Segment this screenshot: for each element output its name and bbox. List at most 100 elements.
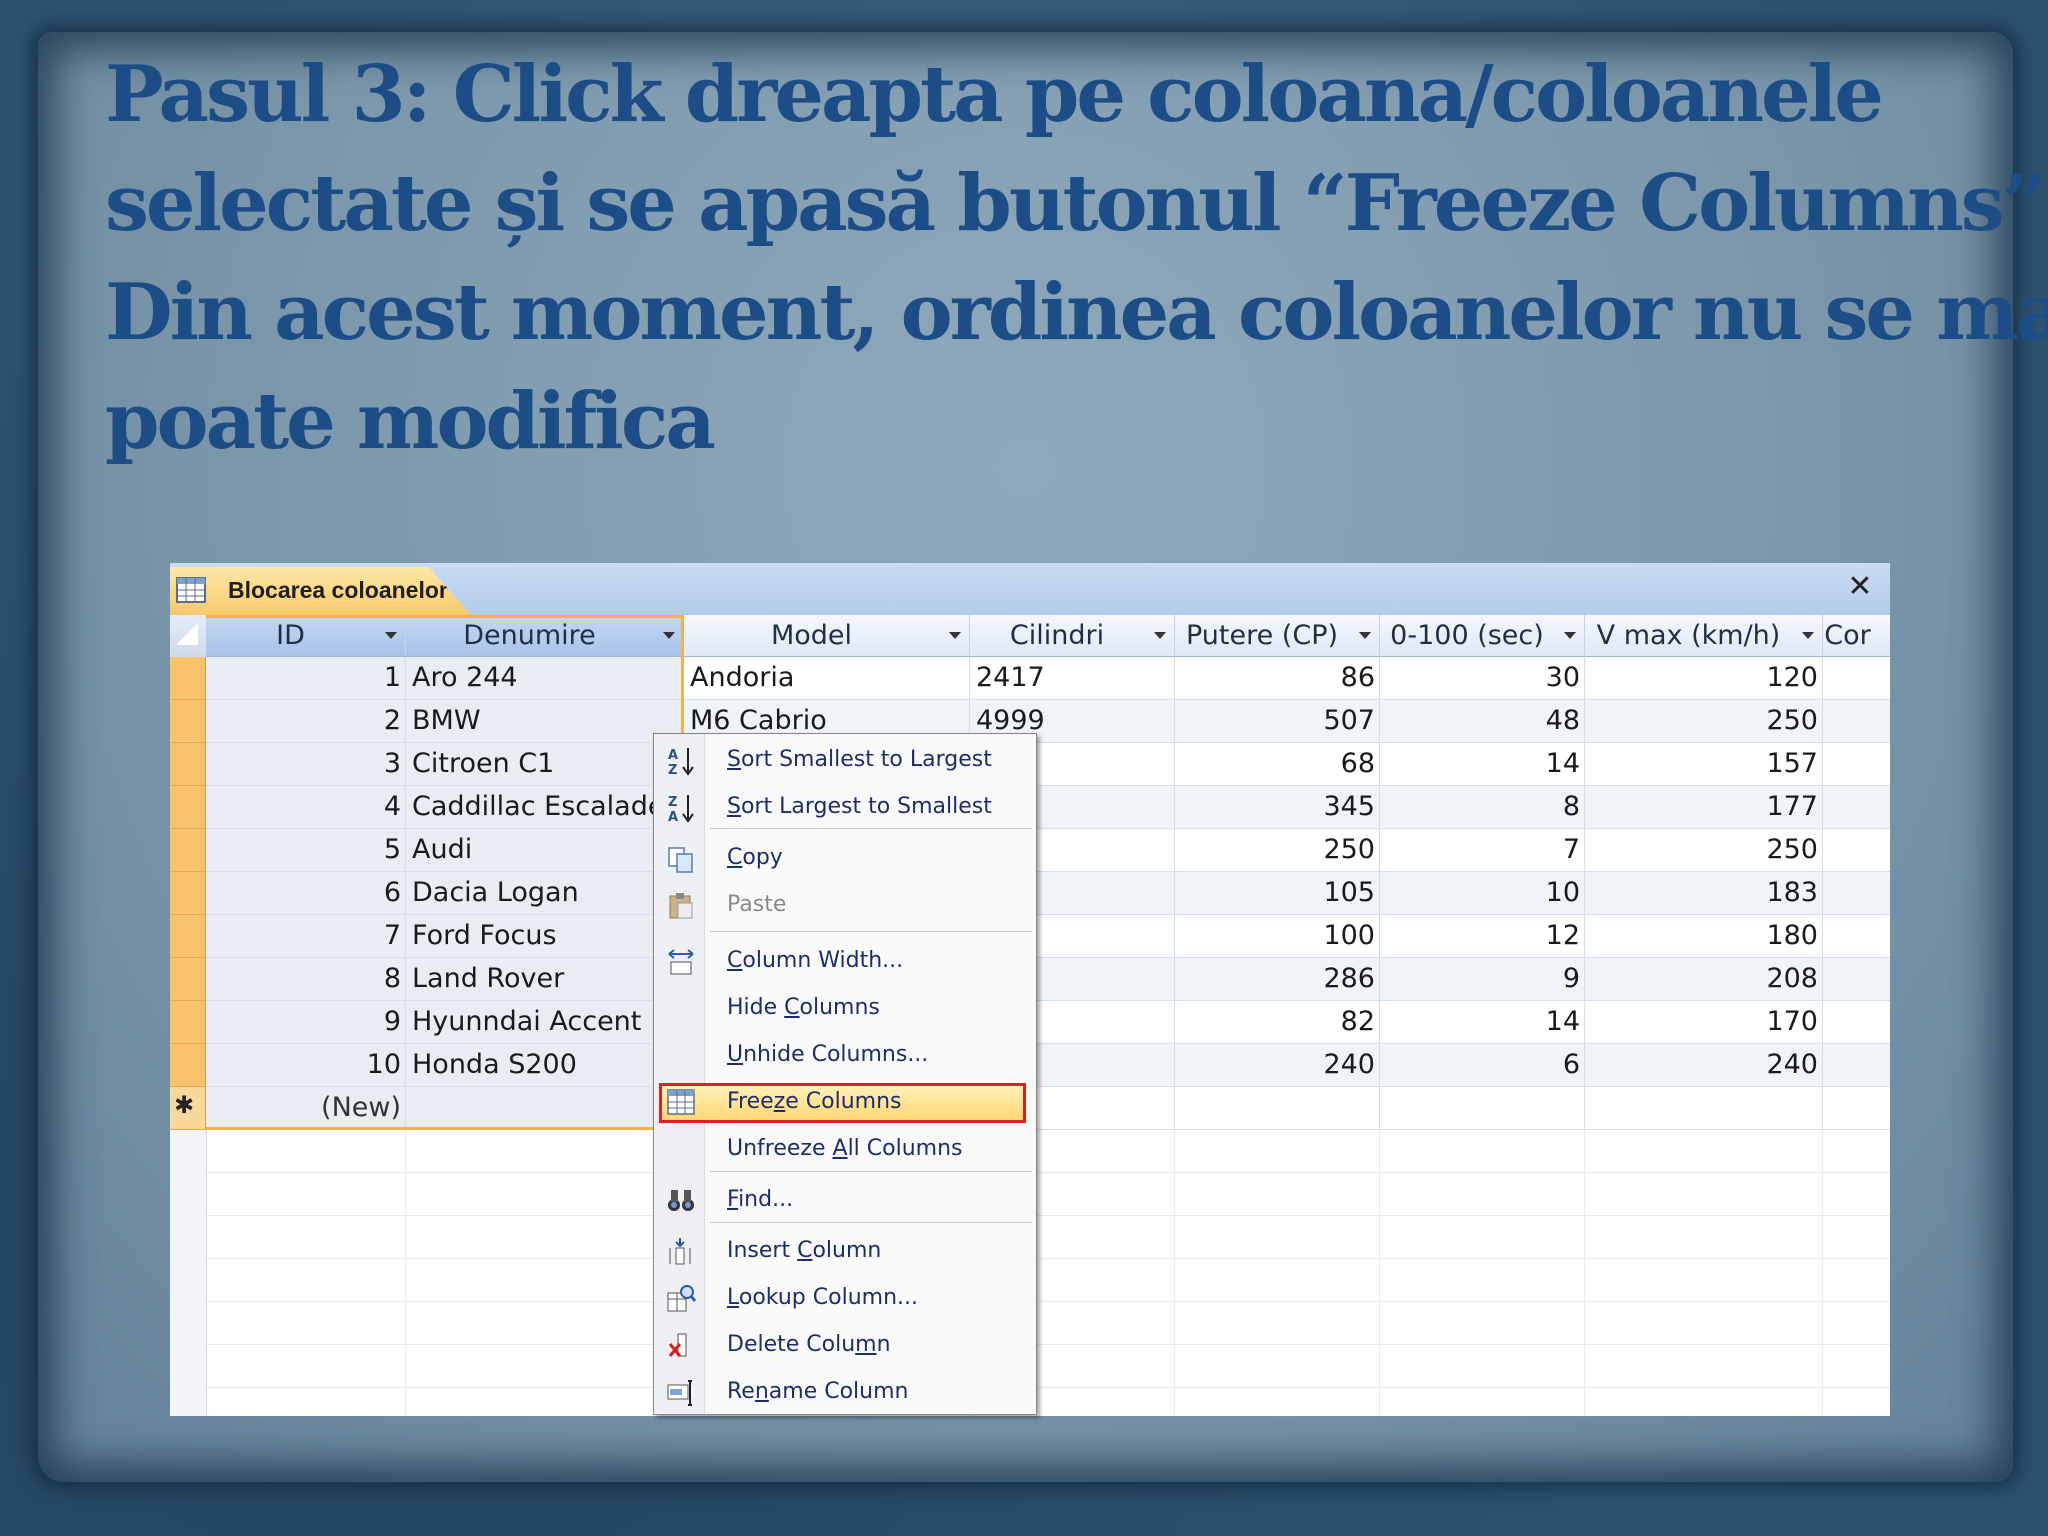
menu-item-freeze-columns[interactable]: Freeze Columns bbox=[654, 1081, 1034, 1125]
new-record-selector[interactable]: ✱ bbox=[170, 1087, 206, 1130]
cell-vmax[interactable]: 120 bbox=[1585, 657, 1823, 700]
cell-vmax[interactable]: 183 bbox=[1585, 872, 1823, 915]
cell-cor[interactable] bbox=[1823, 829, 1890, 872]
menu-item-delete-column[interactable]: Delete Column bbox=[654, 1324, 1034, 1368]
cell-putere[interactable]: 507 bbox=[1175, 700, 1380, 743]
menu-item-column-width[interactable]: Column Width... bbox=[654, 940, 1034, 984]
cell-acc[interactable]: 6 bbox=[1380, 1044, 1585, 1087]
cell-putere[interactable]: 286 bbox=[1175, 958, 1380, 1001]
dropdown-arrow-icon[interactable] bbox=[385, 632, 397, 639]
cell-vmax[interactable]: 250 bbox=[1585, 829, 1823, 872]
dropdown-arrow-icon[interactable] bbox=[1359, 632, 1371, 639]
cell-id[interactable]: 3 bbox=[206, 743, 406, 786]
cell-cor[interactable] bbox=[1823, 657, 1890, 700]
cell-acc[interactable]: 9 bbox=[1380, 958, 1585, 1001]
menu-item-find[interactable]: Find... bbox=[654, 1179, 1034, 1223]
dropdown-arrow-icon[interactable] bbox=[1802, 632, 1814, 639]
dropdown-arrow-icon[interactable] bbox=[1154, 632, 1166, 639]
cell-vmax[interactable]: 250 bbox=[1585, 700, 1823, 743]
cell-cor[interactable] bbox=[1823, 1001, 1890, 1044]
cell-acc[interactable]: 14 bbox=[1380, 743, 1585, 786]
menu-item-sort-smallest-to-largest[interactable]: A Z Sort Smallest to Largest bbox=[654, 739, 1034, 783]
cell-putere[interactable]: 100 bbox=[1175, 915, 1380, 958]
row-selector[interactable] bbox=[170, 1044, 206, 1087]
cell-id[interactable]: 10 bbox=[206, 1044, 406, 1087]
menu-item-insert-column[interactable]: Insert Column bbox=[654, 1230, 1034, 1274]
select-all-corner[interactable] bbox=[170, 615, 207, 658]
new-record-cell-denumire[interactable] bbox=[406, 1087, 684, 1130]
cell-acc[interactable]: 10 bbox=[1380, 872, 1585, 915]
row-selector[interactable] bbox=[170, 700, 206, 743]
menu-item-paste[interactable]: Paste bbox=[654, 884, 1034, 928]
dropdown-arrow-icon[interactable] bbox=[663, 632, 675, 639]
cell-vmax[interactable]: 157 bbox=[1585, 743, 1823, 786]
column-header-acc[interactable]: 0-100 (sec) bbox=[1380, 615, 1585, 657]
row-selector[interactable] bbox=[170, 786, 206, 829]
cell-cor[interactable] bbox=[1823, 786, 1890, 829]
row-selector[interactable] bbox=[170, 872, 206, 915]
menu-item-copy[interactable]: Copy bbox=[654, 837, 1034, 881]
cell-cor[interactable] bbox=[1823, 958, 1890, 1001]
cell-denumire[interactable]: Ford Focus bbox=[406, 915, 684, 958]
cell-cor[interactable] bbox=[1823, 915, 1890, 958]
cell-vmax[interactable]: 208 bbox=[1585, 958, 1823, 1001]
row-selector[interactable] bbox=[170, 829, 206, 872]
cell-putere[interactable]: 345 bbox=[1175, 786, 1380, 829]
new-record-cell-cor[interactable] bbox=[1823, 1087, 1890, 1130]
cell-id[interactable]: 6 bbox=[206, 872, 406, 915]
cell-vmax[interactable]: 180 bbox=[1585, 915, 1823, 958]
cell-acc[interactable]: 12 bbox=[1380, 915, 1585, 958]
new-record-cell-acc[interactable] bbox=[1380, 1087, 1585, 1130]
cell-putere[interactable]: 240 bbox=[1175, 1044, 1380, 1087]
row-selector[interactable] bbox=[170, 743, 206, 786]
cell-vmax[interactable]: 170 bbox=[1585, 1001, 1823, 1044]
cell-cor[interactable] bbox=[1823, 872, 1890, 915]
cell-denumire[interactable]: Aro 244 bbox=[406, 657, 684, 700]
cell-denumire[interactable]: Caddillac Escalade bbox=[406, 786, 684, 829]
column-header-id[interactable]: ID bbox=[206, 615, 406, 657]
row-selector[interactable] bbox=[170, 958, 206, 1001]
cell-id[interactable]: 5 bbox=[206, 829, 406, 872]
row-selector[interactable] bbox=[170, 915, 206, 958]
cell-denumire[interactable]: BMW bbox=[406, 700, 684, 743]
dropdown-arrow-icon[interactable] bbox=[949, 632, 961, 639]
cell-cor[interactable] bbox=[1823, 700, 1890, 743]
menu-item-unhide-columns[interactable]: Unhide Columns... bbox=[654, 1034, 1034, 1078]
column-header-putere[interactable]: Putere (CP) bbox=[1175, 615, 1380, 657]
cell-denumire[interactable]: Audi bbox=[406, 829, 684, 872]
cell-denumire[interactable]: Hyunndai Accent bbox=[406, 1001, 684, 1044]
menu-item-hide-columns[interactable]: Hide Columns bbox=[654, 987, 1034, 1031]
cell-denumire[interactable]: Dacia Logan bbox=[406, 872, 684, 915]
cell-putere[interactable]: 250 bbox=[1175, 829, 1380, 872]
cell-cor[interactable] bbox=[1823, 1044, 1890, 1087]
menu-item-sort-largest-to-smallest[interactable]: Z A Sort Largest to Smallest bbox=[654, 786, 1034, 830]
cell-putere[interactable]: 86 bbox=[1175, 657, 1380, 700]
dropdown-arrow-icon[interactable] bbox=[1564, 632, 1576, 639]
row-selector[interactable] bbox=[170, 1001, 206, 1044]
row-selector[interactable] bbox=[170, 657, 206, 700]
cell-id[interactable]: 4 bbox=[206, 786, 406, 829]
cell-acc[interactable]: 14 bbox=[1380, 1001, 1585, 1044]
close-icon[interactable]: ✕ bbox=[1842, 569, 1878, 605]
cell-putere[interactable]: 105 bbox=[1175, 872, 1380, 915]
column-header-cor[interactable]: Cor bbox=[1823, 615, 1890, 657]
cell-model[interactable]: Andoria bbox=[684, 657, 970, 700]
new-record-cell-id[interactable]: (New) bbox=[206, 1087, 406, 1130]
cell-cilindri[interactable]: 2417 bbox=[970, 657, 1175, 700]
column-header-denumire[interactable]: Denumire bbox=[406, 615, 684, 657]
column-header-cilindri[interactable]: Cilindri bbox=[970, 615, 1175, 657]
column-header-model[interactable]: Model bbox=[684, 615, 970, 657]
cell-id[interactable]: 8 bbox=[206, 958, 406, 1001]
cell-id[interactable]: 9 bbox=[206, 1001, 406, 1044]
cell-acc[interactable]: 48 bbox=[1380, 700, 1585, 743]
cell-putere[interactable]: 68 bbox=[1175, 743, 1380, 786]
cell-vmax[interactable]: 240 bbox=[1585, 1044, 1823, 1087]
cell-cor[interactable] bbox=[1823, 743, 1890, 786]
cell-vmax[interactable]: 177 bbox=[1585, 786, 1823, 829]
cell-acc[interactable]: 7 bbox=[1380, 829, 1585, 872]
menu-item-lookup-column[interactable]: Lookup Column... bbox=[654, 1277, 1034, 1321]
cell-id[interactable]: 2 bbox=[206, 700, 406, 743]
menu-item-rename-column[interactable]: Rename Column bbox=[654, 1371, 1034, 1415]
new-record-cell-vmax[interactable] bbox=[1585, 1087, 1823, 1130]
cell-denumire[interactable]: Honda S200 bbox=[406, 1044, 684, 1087]
